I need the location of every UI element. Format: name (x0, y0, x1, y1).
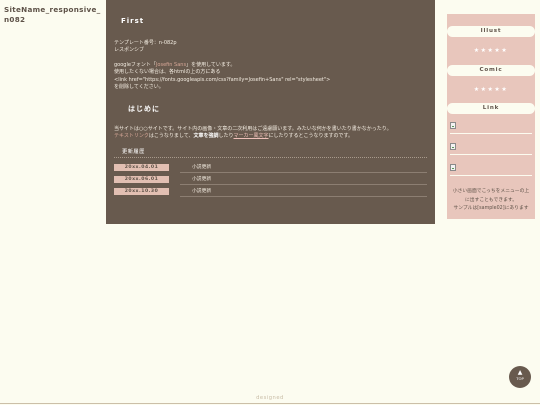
history-date: 20xx.06.01 (114, 176, 169, 183)
sidebar-heading-illust: Illust (447, 26, 535, 37)
font-info: googleフォント「Josefin Sans」を使用しています。 使用したくな… (114, 62, 427, 91)
broken-image-icon (450, 122, 456, 129)
site-name[interactable]: SiteName_responsive_ n082 (4, 5, 102, 25)
template-type: レスポンシブ (114, 47, 145, 54)
sidebar-item-illust[interactable]: ★★★★★ (447, 47, 535, 54)
history-text: 小説更新 (180, 176, 427, 185)
intro-heading: はじめに (128, 105, 160, 113)
sidebar-item-comic[interactable]: ★★★★★ (447, 86, 535, 93)
font-note-1: 使用したくない場合は、各htmlの上の方にある (114, 69, 221, 76)
template-number: テンプレート番号：n-082p (114, 40, 177, 46)
history-title: 更新履歴 (122, 149, 145, 155)
link-banner[interactable] (450, 120, 532, 134)
font-code: <link href="https://fonts.googleapis.com… (114, 76, 331, 83)
sidebar-heading-link: Link (447, 103, 535, 114)
sidebar-note: 小さい画面でこっちをメニューの上 に出すこともできます。 サンプルは[sampl… (452, 189, 530, 211)
history-row: 20xx.10.30 小説更新 (114, 188, 427, 197)
text-link[interactable]: テキストリンク (114, 133, 149, 139)
history-text: 小説更新 (180, 164, 427, 173)
intro-line-2: テキストリンクはこうなりまして、文章を強調したりマーカー風文字にしたりするとこう… (114, 133, 354, 140)
history-row: 20xx.06.01 小説更新 (114, 176, 427, 185)
link-banner[interactable] (450, 141, 532, 155)
back-to-top-button[interactable]: ▲ TOP (509, 366, 531, 388)
history-text: 小説更新 (180, 188, 427, 197)
font-name: Josefin Sans (155, 62, 187, 68)
marker-text: マーカー風文字 (233, 133, 269, 140)
history-row: 20xx.04.01 小説更新 (114, 164, 427, 173)
template-info: テンプレート番号：n-082p レスポンシブ (114, 40, 427, 55)
history-divider (114, 157, 427, 158)
back-to-top-label: TOP (516, 376, 524, 381)
broken-image-icon (450, 143, 456, 150)
footer-credit[interactable]: designed (0, 395, 540, 401)
broken-image-icon (450, 164, 456, 171)
bold-text: 文章を強調 (193, 133, 219, 140)
main-content: First テンプレート番号：n-082p レスポンシブ googleフォント「… (106, 0, 435, 224)
font-note-2: を削除してください。 (114, 83, 164, 90)
first-heading: First (121, 17, 145, 25)
sidebar: Illust ★★★★★ Comic ★★★★★ Link 小さい画面でこっちを… (447, 14, 535, 219)
link-banner[interactable] (450, 162, 532, 176)
arrow-up-icon: ▲ (517, 369, 523, 376)
footer-divider (0, 403, 540, 404)
intro-text: 当サイトは○○サイトです。サイト内の画像・文章の二次利用はご遠慮願います。みたい… (114, 126, 427, 141)
history-date: 20xx.10.30 (114, 188, 169, 195)
history-date: 20xx.04.01 (114, 164, 169, 171)
sidebar-heading-comic: Comic (447, 65, 535, 76)
